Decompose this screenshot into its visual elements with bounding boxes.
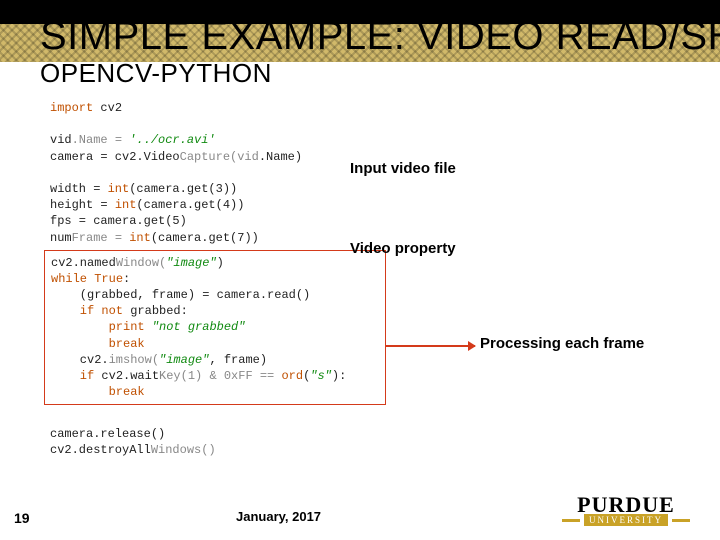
processing-box: cv2.namedWindow("image") while True: (gr… — [44, 250, 386, 406]
page-subtitle: OPENCV-PYTHON — [40, 58, 272, 89]
slide-number: 19 — [14, 510, 30, 526]
annotation-video-property: Video property — [350, 240, 456, 257]
logo-subtext: UNIVERSITY — [584, 514, 668, 526]
annotation-input-file: Input video file — [350, 160, 456, 177]
logo-bar-left — [562, 519, 580, 522]
page-title: SIMPLE EXAMPLE: VIDEO READ/SHOW — [40, 14, 720, 59]
code-block: import cv2 vid.Name = '../ocr.avi' camer… — [50, 100, 380, 458]
slide-date: January, 2017 — [236, 509, 321, 524]
annotation-processing: Processing each frame — [480, 335, 644, 352]
arrow-icon — [385, 345, 475, 347]
logo-bar-right — [672, 519, 690, 522]
kw-import: import — [50, 101, 93, 115]
purdue-logo: PURDUE UNIVERSITY — [562, 492, 690, 526]
